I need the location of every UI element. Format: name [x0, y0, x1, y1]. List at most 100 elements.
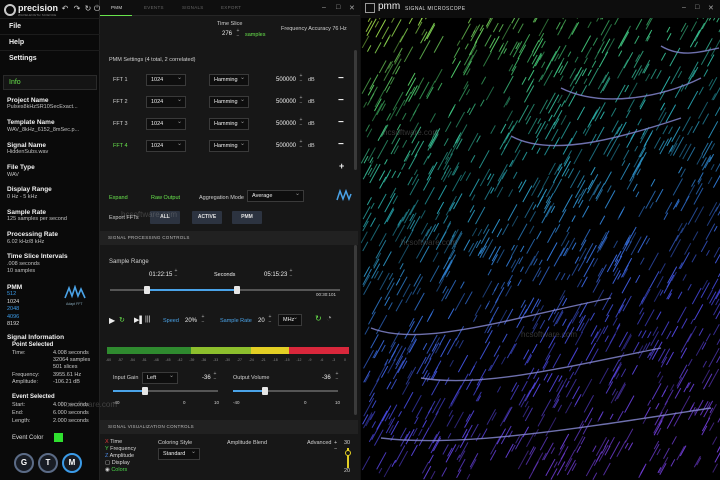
spectrogram-streak [657, 107, 666, 121]
event-color-swatch[interactable] [54, 433, 63, 442]
sample-rate-unit-select[interactable]: MHz [278, 313, 302, 326]
legend-display[interactable]: Display [112, 460, 130, 466]
pmm-scrollbar[interactable] [354, 50, 357, 170]
output-volume-handle[interactable] [261, 387, 268, 395]
menu-file[interactable]: File [0, 18, 100, 34]
fft-value-stepper[interactable]: + − [298, 74, 304, 84]
speed-stepper[interactable]: + − [200, 315, 206, 325]
processing-scrollbar[interactable] [354, 245, 357, 415]
spectrogram-streak [696, 18, 699, 20]
range-end-handle[interactable] [234, 286, 240, 294]
undo-icon[interactable]: ↶ [60, 4, 70, 14]
legend-colors[interactable]: Colors [111, 467, 127, 473]
pmm-size-4096[interactable]: 4096 [7, 314, 19, 322]
sample-rate-control-value[interactable]: 20 [258, 318, 265, 324]
fft-value[interactable]: 500000 [276, 143, 296, 149]
legend-frequency[interactable]: Frequency [110, 446, 136, 452]
input-gain-handle[interactable] [141, 387, 148, 395]
export-active-button[interactable]: ACTIVE [192, 211, 222, 224]
input-gain-channel-select[interactable]: Left [142, 371, 178, 384]
range-end-stepper[interactable]: + − [288, 269, 294, 279]
pmm-size-2048[interactable]: 2048 [7, 306, 19, 314]
spectrogram-streak [446, 337, 457, 355]
fft-window-select[interactable]: Hamming [209, 73, 249, 86]
spectrogram-streak [569, 130, 578, 145]
menu-help[interactable]: Help [0, 34, 100, 50]
reset-icon[interactable]: ↻ [315, 314, 322, 323]
pmm-size-1024[interactable]: 1024 [7, 299, 19, 307]
step-icon[interactable]: ▶▌ [134, 316, 144, 324]
redo-icon[interactable]: ↷ [72, 4, 82, 14]
m-mode-button[interactable]: M [62, 453, 82, 473]
play-icon[interactable]: ▶ [109, 316, 115, 325]
range-end-value[interactable]: 05:15:23 [264, 272, 287, 278]
range-start-handle[interactable] [144, 286, 150, 294]
fft-size-select[interactable]: 1024 [146, 117, 186, 130]
fft-size-select[interactable]: 1024 [146, 95, 186, 108]
raw-output-toggle[interactable]: Raw Output [151, 195, 180, 201]
fft-window-select[interactable]: Hamming [209, 95, 249, 108]
scope-minimize-icon[interactable]: – [682, 4, 686, 11]
gauge-icon[interactable]: ◔ [326, 313, 332, 324]
input-gain-stepper[interactable]: + − [212, 372, 218, 382]
g-mode-button[interactable]: G [14, 453, 34, 473]
expand-toggle[interactable]: Expand [109, 195, 128, 201]
sample-rate-stepper[interactable]: + − [267, 315, 273, 325]
coloring-style-select[interactable]: Standard [158, 447, 200, 460]
volume-bars-icon[interactable]: ||| [145, 316, 150, 323]
spectrogram-streak [539, 326, 550, 343]
output-volume-stepper[interactable]: + − [334, 372, 340, 382]
aggregation-mode-select[interactable]: Average [247, 189, 304, 202]
legend-amplitude[interactable]: Amplitude [110, 453, 134, 459]
maximize-icon[interactable]: □ [336, 4, 340, 11]
spectrogram-streak [517, 223, 528, 241]
advanced-stepper[interactable]: + − [334, 440, 337, 452]
fft-value-stepper[interactable]: + − [298, 140, 304, 150]
range-start-value[interactable]: 01:22:15 [149, 272, 172, 278]
t-mode-button[interactable]: T [38, 453, 58, 473]
tab-signals[interactable]: SIGNALS [182, 0, 204, 16]
time-slice-stepper[interactable]: + − [235, 29, 241, 39]
menu-settings[interactable]: Settings [0, 50, 100, 66]
tab-export[interactable]: EXPORT [221, 0, 241, 16]
spectrogram-streak [436, 201, 445, 215]
remove-fft-button[interactable]: − [338, 139, 344, 150]
pmm-size-8192[interactable]: 8192 [7, 321, 19, 329]
scope-close-icon[interactable]: ✕ [708, 4, 714, 12]
signal-processing-header[interactable]: SIGNAL PROCESSING CONTROLS [100, 231, 358, 245]
input-gain-value[interactable]: -36 [202, 375, 211, 381]
add-fft-button[interactable]: + [339, 161, 344, 171]
fft-window-select[interactable]: Hamming [209, 117, 249, 130]
fft-size-select[interactable]: 1024 [146, 139, 186, 152]
fft-size-select[interactable]: 1024 [146, 73, 186, 86]
fft-value-stepper[interactable]: + − [298, 118, 304, 128]
output-volume-value[interactable]: -36 [322, 375, 331, 381]
remove-fft-button[interactable]: − [338, 73, 344, 84]
spectrogram-3d-view[interactable] [361, 18, 720, 480]
speed-value[interactable]: 20% [185, 318, 197, 324]
export-all-button[interactable]: ALL [150, 211, 180, 224]
export-pmm-button[interactable]: PMM [232, 211, 262, 224]
advanced-slider-handle[interactable] [345, 450, 351, 456]
fft-value[interactable]: 500000 [276, 121, 296, 127]
remove-fft-button[interactable]: − [338, 117, 344, 128]
minimize-icon[interactable]: – [322, 4, 326, 11]
fft-value[interactable]: 500000 [276, 77, 296, 83]
remove-fft-button[interactable]: − [338, 95, 344, 106]
fft-window-select[interactable]: Hamming [209, 139, 249, 152]
signal-visualization-header[interactable]: SIGNAL VISUALIZATION CONTROLS [100, 420, 358, 434]
scope-maximize-icon[interactable]: □ [695, 4, 699, 11]
time-slice-value[interactable]: 276 [222, 31, 232, 37]
legend-time[interactable]: Time [110, 439, 122, 445]
tab-events[interactable]: EVENTS [144, 0, 164, 16]
spectrogram-streak [659, 462, 667, 476]
tab-info[interactable]: Info [3, 75, 97, 90]
loop-icon[interactable]: ↻ [119, 316, 125, 324]
pmm-size-512[interactable]: 512 [7, 291, 19, 299]
range-start-stepper[interactable]: + − [173, 269, 179, 279]
spectrogram-streak [425, 226, 432, 237]
fft-value[interactable]: 500000 [276, 99, 296, 105]
tab-pmm[interactable]: PMM [111, 0, 122, 16]
close-icon[interactable]: ✕ [349, 4, 355, 12]
fft-value-stepper[interactable]: + − [298, 96, 304, 106]
